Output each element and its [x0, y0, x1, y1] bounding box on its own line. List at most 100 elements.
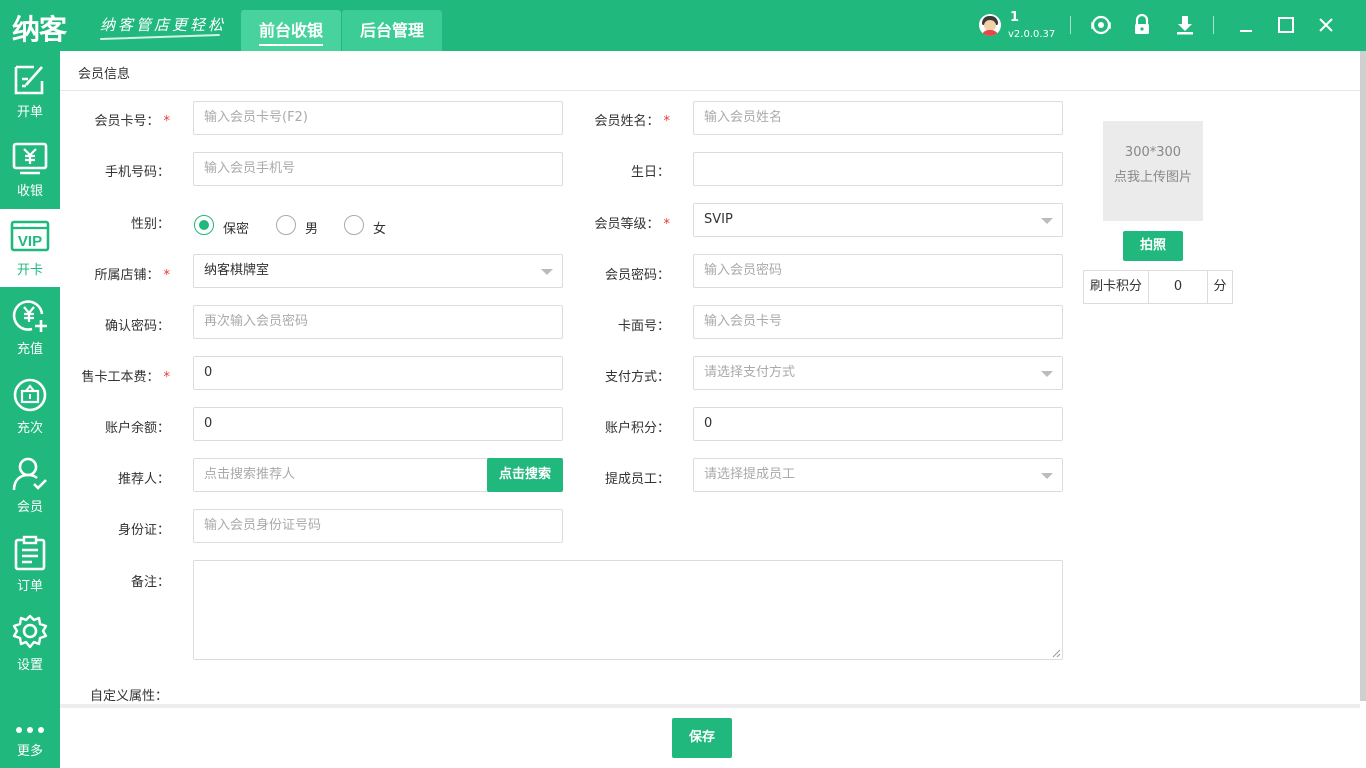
- sidebar-item-more[interactable]: 更多: [0, 696, 60, 768]
- password-text-input[interactable]: [704, 255, 1062, 286]
- customer-service-icon[interactable]: [1089, 13, 1113, 37]
- sidebar-item-member[interactable]: 会员: [0, 446, 60, 524]
- gender-option-label: 男: [305, 222, 319, 237]
- resize-handle-icon[interactable]: [1051, 648, 1061, 658]
- gender-option-label: 女: [373, 222, 387, 237]
- capture-photo-button[interactable]: 拍照: [1123, 231, 1183, 261]
- staff-select[interactable]: 请选择提成员工: [693, 458, 1063, 492]
- card-no-label: 会员卡号： *: [94, 114, 170, 129]
- id-card-text-input[interactable]: [204, 510, 562, 541]
- sidebar-item-order[interactable]: 订单: [0, 525, 60, 603]
- confirm-password-text-input[interactable]: [204, 306, 562, 337]
- gender-radio-secret[interactable]: [194, 215, 214, 235]
- phone-input[interactable]: [193, 152, 563, 186]
- sidebar-item-label: 开单: [16, 105, 43, 120]
- member-level-value: SVIP: [704, 212, 733, 227]
- sidebar-item-open-order[interactable]: 开单: [0, 51, 60, 129]
- maximize-button[interactable]: [1274, 13, 1298, 37]
- sidebar-item-recharge-times[interactable]: 充次: [0, 367, 60, 445]
- user-name: 1: [1010, 10, 1020, 25]
- sidebar-item-settings[interactable]: 设置: [0, 604, 60, 682]
- sidebar-item-label: 设置: [16, 658, 43, 673]
- sidebar-item-label: 充值: [16, 342, 43, 357]
- store-label: 所属店铺： *: [94, 268, 170, 283]
- sidebar-item-label: 更多: [16, 744, 43, 759]
- version-text: v2.0.0.37: [1008, 29, 1056, 40]
- gender-label: 性别：: [130, 217, 170, 232]
- lock-icon[interactable]: [1130, 13, 1154, 37]
- gender-radio-male[interactable]: [276, 215, 296, 235]
- phone-text-input[interactable]: [204, 153, 562, 184]
- recharge-times-icon: [13, 378, 47, 412]
- swipe-points-label: 刷卡积分: [1083, 270, 1149, 304]
- tab-label: 后台管理: [359, 21, 424, 40]
- photo-upload-text: 点我上传图片: [1113, 170, 1192, 185]
- staff-label: 提成员工：: [604, 472, 670, 487]
- close-button[interactable]: [1314, 13, 1338, 37]
- divider: [1213, 16, 1214, 34]
- id-card-input[interactable]: [193, 509, 563, 543]
- save-button[interactable]: 保存: [672, 718, 732, 758]
- member-name-input[interactable]: [693, 101, 1063, 135]
- sidebar-item-label: 充次: [16, 421, 43, 436]
- gender-radio-female[interactable]: [344, 215, 364, 235]
- chevron-down-icon: [1041, 371, 1053, 377]
- confirm-password-label: 确认密码：: [104, 319, 170, 334]
- tab-backend-management[interactable]: 后台管理: [342, 10, 442, 51]
- payment-label: 支付方式：: [604, 370, 670, 385]
- avatar[interactable]: [979, 14, 1001, 36]
- sidebar-item-open-card[interactable]: VIP 开卡: [0, 209, 60, 287]
- phone-label: 手机号码：: [104, 165, 170, 180]
- download-icon[interactable]: [1173, 13, 1197, 37]
- card-no-text-input[interactable]: [204, 102, 562, 133]
- balance-input[interactable]: 0: [193, 407, 563, 441]
- custom-attr-label: 自定义属性：: [90, 689, 169, 704]
- password-input[interactable]: [693, 254, 1063, 288]
- payment-placeholder: 请选择支付方式: [704, 365, 796, 380]
- minimize-button[interactable]: [1234, 13, 1258, 37]
- member-level-label: 会员等级： *: [594, 217, 670, 232]
- sidebar-item-recharge[interactable]: 充值: [0, 288, 60, 366]
- tab-front-cashier[interactable]: 前台收银: [241, 10, 341, 51]
- referrer-input[interactable]: 点击搜索推荐人: [193, 458, 489, 492]
- sidebar-item-label: 订单: [16, 579, 43, 594]
- balance-label: 账户余额：: [104, 421, 170, 436]
- remark-textarea[interactable]: [193, 560, 1063, 660]
- store-select[interactable]: 纳客棋牌室: [193, 254, 563, 288]
- maximize-icon: [1278, 17, 1294, 33]
- vip-card-icon: VIP: [10, 220, 50, 252]
- card-no-input[interactable]: [193, 101, 563, 135]
- cashier-icon: [12, 142, 48, 175]
- member-name-text-input[interactable]: [704, 102, 1062, 133]
- password-label: 会员密码：: [604, 268, 670, 283]
- divider: [60, 90, 1360, 91]
- card-face-no-input[interactable]: [693, 305, 1063, 339]
- sidebar: 开单 收银 VIP 开卡 充值 充次 会员 订单 设置 更多: [0, 51, 60, 768]
- sidebar-item-label: 会员: [16, 500, 43, 515]
- referrer-label: 推荐人：: [117, 472, 170, 487]
- photo-size-text: 300*300: [1124, 145, 1182, 160]
- member-icon: [12, 457, 47, 491]
- chevron-down-icon: [1041, 218, 1053, 224]
- search-referrer-button[interactable]: 点击搜索: [487, 458, 563, 492]
- points-input[interactable]: 0: [693, 407, 1063, 441]
- remark-label: 备注：: [130, 575, 170, 590]
- swipe-points-input[interactable]: 0: [1148, 270, 1208, 304]
- close-icon: [1319, 18, 1333, 32]
- card-face-no-text-input[interactable]: [704, 306, 1062, 337]
- points-label: 账户积分：: [604, 421, 670, 436]
- birthday-input[interactable]: [693, 152, 1063, 186]
- card-fee-input[interactable]: 0: [193, 356, 563, 390]
- member-level-select[interactable]: SVIP: [693, 203, 1063, 237]
- confirm-password-input[interactable]: [193, 305, 563, 339]
- birthday-label: 生日：: [630, 165, 670, 180]
- divider: [60, 704, 1360, 708]
- chevron-down-icon: [1041, 473, 1053, 479]
- sidebar-item-label: 开卡: [16, 263, 43, 278]
- card-face-no-label: 卡面号：: [617, 319, 670, 334]
- payment-select[interactable]: 请选择支付方式: [693, 356, 1063, 390]
- photo-upload-area[interactable]: 300*300 点我上传图片: [1103, 121, 1203, 221]
- vertical-scrollbar[interactable]: [1360, 51, 1366, 701]
- svg-text:VIP: VIP: [18, 233, 42, 250]
- sidebar-item-cashier[interactable]: 收银: [0, 130, 60, 208]
